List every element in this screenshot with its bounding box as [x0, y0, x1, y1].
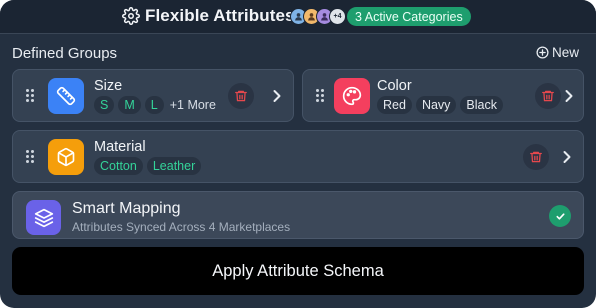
chevron-right-icon[interactable] [561, 150, 573, 164]
group-values: Red Navy Black [377, 96, 507, 114]
panel-header: Flexible Attributes +4 3 Active Categori… [0, 0, 596, 34]
smart-mapping-subtitle: Attributes Synced Across 4 Marketplaces [72, 220, 291, 234]
panel-title: Flexible Attributes [145, 6, 295, 25]
value-chip: S [94, 96, 115, 114]
delete-button[interactable] [228, 83, 254, 109]
layers-icon [26, 200, 61, 235]
value-chip: L [144, 96, 164, 114]
collaborator-avatars[interactable]: +4 [290, 8, 346, 25]
value-chip: Black [460, 96, 503, 114]
drag-handle-icon[interactable] [26, 89, 36, 103]
drag-handle-icon[interactable] [26, 150, 36, 164]
group-card-color[interactable]: Color Red Navy Black [302, 69, 584, 122]
value-chip: Navy [415, 96, 457, 114]
gear-icon[interactable] [122, 7, 140, 25]
apply-schema-button[interactable]: Apply Attribute Schema [12, 247, 584, 295]
delete-button[interactable] [535, 83, 561, 109]
attributes-panel: Flexible Attributes +4 3 Active Categori… [0, 0, 596, 308]
group-values: Cotton Leather [94, 157, 205, 175]
person-icon [321, 13, 328, 21]
smart-mapping-title: Smart Mapping [72, 200, 181, 217]
drag-handle-icon[interactable] [316, 89, 326, 103]
group-values: S M L +1 More [94, 96, 216, 114]
group-card-material[interactable]: Material Cotton Leather [12, 130, 584, 183]
section-title: Defined Groups [12, 45, 118, 62]
group-card-size[interactable]: Size S M L +1 More [12, 69, 294, 122]
plus-circle-icon [536, 46, 549, 59]
new-group-label: New [552, 45, 580, 60]
value-chip: Cotton [94, 157, 143, 175]
group-name: Size [94, 78, 123, 94]
avatar-more-count: +4 [333, 13, 342, 20]
chevron-right-icon[interactable] [271, 89, 283, 103]
trash-icon [530, 151, 542, 163]
person-icon [295, 13, 302, 21]
person-icon [308, 13, 315, 21]
value-chip: Red [377, 96, 412, 114]
group-name: Material [94, 139, 146, 155]
group-name: Color [377, 78, 412, 94]
active-categories-badge: 3 Active Categories [347, 7, 471, 26]
more-values-link[interactable]: +1 More [170, 98, 216, 112]
ruler-icon [48, 78, 84, 114]
box-icon [48, 139, 84, 175]
header-title-group: Flexible Attributes [122, 6, 295, 26]
delete-button[interactable] [523, 144, 549, 170]
smart-mapping-row[interactable]: Smart Mapping Attributes Synced Across 4… [12, 191, 584, 239]
check-icon[interactable] [549, 205, 571, 227]
avatar-more[interactable]: +4 [329, 8, 346, 25]
new-group-button[interactable]: New [536, 45, 579, 60]
chevron-right-icon[interactable] [563, 89, 575, 103]
value-chip: M [118, 96, 141, 114]
value-chip: Leather [146, 157, 202, 175]
trash-icon [542, 90, 554, 102]
trash-icon [235, 90, 247, 102]
palette-icon [334, 78, 370, 114]
